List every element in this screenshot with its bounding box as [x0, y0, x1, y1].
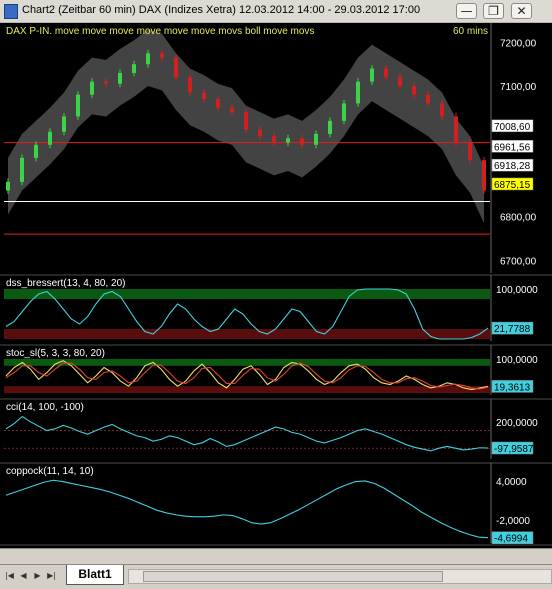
oversold-zone [4, 386, 490, 393]
candle-body [104, 81, 108, 84]
chart-area[interactable]: 7200,00 7100,00 6800,00 6700,00 7008,60 6961,… [0, 23, 552, 548]
candle-body [440, 103, 444, 117]
candle-body [398, 77, 402, 86]
indicator-panel-title: dss_bressert(13, 4, 80, 20) [6, 278, 126, 289]
prev-sheet-button[interactable]: ◀ [18, 570, 29, 582]
candle-body [370, 68, 374, 82]
price-level-label: 6875,15 [494, 180, 531, 191]
horizontal-scrollbar[interactable] [128, 569, 552, 584]
price-interval-label: 60 mins [453, 26, 488, 37]
restore-button[interactable]: ❐ [483, 3, 504, 19]
indicator-last-value: 21,7788 [494, 324, 531, 335]
candle-body [300, 138, 304, 145]
candle-body [34, 144, 38, 158]
candle-body [412, 86, 416, 95]
indicator-last-value: -4,6994 [494, 534, 528, 545]
indicator-panel-title: stoc_sl(5, 3, 3, 80, 20) [6, 348, 105, 359]
indicator-series-line [5, 479, 489, 539]
price-axis-tick: 6700,00 [500, 256, 537, 267]
candle-body [76, 94, 80, 117]
candle-body [482, 160, 486, 191]
indicator-axis-tick: 100,0000 [496, 285, 538, 296]
scrollbar-thumb[interactable] [143, 571, 443, 582]
candle-body [62, 116, 66, 132]
candle-body [244, 112, 248, 130]
candle-body [146, 53, 150, 65]
overbought-zone [4, 289, 490, 299]
first-sheet-button[interactable]: |◀ [4, 570, 15, 582]
sheet-tab-blatt1[interactable]: Blatt1 [66, 565, 124, 585]
price-level-label: 6918,28 [494, 161, 531, 172]
app-chart-icon [4, 4, 18, 19]
indicator-series-line [5, 415, 489, 452]
candle-body [202, 92, 206, 100]
chart-scroll-area [0, 548, 552, 565]
price-level-label: 6961,56 [494, 142, 531, 153]
candle-body [216, 99, 220, 108]
candle-body [258, 129, 262, 137]
indicator-axis-tick: 100,0000 [496, 355, 538, 366]
candle-body [426, 94, 430, 104]
overbought-zone [4, 359, 490, 366]
candle-body [314, 133, 318, 145]
candle-body [342, 103, 346, 121]
indicator-last-value: -97,9587 [494, 444, 534, 455]
candle-body [454, 116, 458, 143]
price-panel-title: DAX P-IN. move move move move move move … [6, 26, 314, 37]
candle-body [356, 81, 360, 104]
last-sheet-button[interactable]: ▶| [46, 570, 57, 582]
indicator-axis-tick: -2,0000 [496, 516, 530, 527]
candle-body [174, 57, 178, 78]
candle-body [118, 72, 122, 84]
indicator-panel-title: cci(14, 100, -100) [6, 402, 84, 413]
candle-body [188, 77, 192, 93]
price-axis-tick: 6800,00 [500, 213, 537, 224]
candle-body [230, 107, 234, 113]
close-button[interactable]: ✕ [511, 3, 532, 19]
candle-body [90, 81, 94, 95]
oversold-zone [4, 329, 490, 339]
price-axis-tick: 7200,00 [500, 38, 537, 49]
sheet-tabbar: |◀ ◀ ▶ ▶| Blatt1 [0, 564, 552, 589]
next-sheet-button[interactable]: ▶ [32, 570, 43, 582]
window-title: Chart2 (Zeitbar 60 min) DAX (Indizes Xet… [22, 4, 421, 16]
indicator-axis-tick: 4,0000 [496, 477, 527, 488]
price-axis-tick: 7100,00 [500, 82, 537, 93]
candle-body [6, 181, 10, 191]
candle-body [160, 53, 164, 58]
candle-body [328, 120, 332, 134]
candle-body [20, 157, 24, 182]
price-level-label: 7008,60 [494, 122, 531, 133]
indicator-axis-tick: 200,0000 [496, 418, 538, 429]
indicator-panel-title: coppock(11, 14, 10) [6, 466, 94, 477]
candle-body [272, 136, 276, 143]
indicator-last-value: 19,3613 [494, 382, 531, 393]
candle-body [468, 142, 472, 161]
candle-body [132, 64, 136, 73]
candle-body [48, 131, 52, 145]
window-titlebar: Chart2 (Zeitbar 60 min) DAX (Indizes Xet… [0, 0, 552, 23]
candle-body [384, 68, 388, 78]
chart-canvas[interactable]: 7200,00 7100,00 6800,00 6700,00 7008,60 6961,… [0, 23, 552, 548]
candle-body [286, 138, 290, 143]
minimize-button[interactable]: — [456, 3, 477, 19]
